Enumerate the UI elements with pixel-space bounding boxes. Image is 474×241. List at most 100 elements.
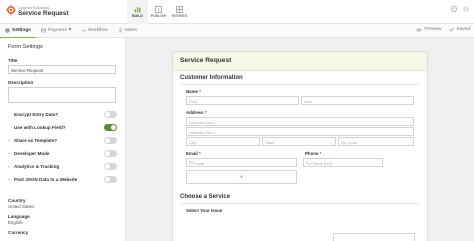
envelope-icon (189, 161, 193, 165)
help-icon[interactable]: ? (451, 6, 457, 12)
description-textarea[interactable] (8, 87, 116, 103)
required-marker: * (199, 89, 201, 94)
address-line2-input[interactable]: Address Line 2 (186, 127, 414, 136)
check-icon (449, 27, 455, 32)
customer-section[interactable]: Customer Information Name * First Last A… (173, 71, 427, 184)
phone-placeholder: Phone (US) (311, 160, 333, 166)
tab-settings-label: Settings (12, 27, 31, 33)
language-setting[interactable]: Language English (8, 214, 117, 225)
service-section[interactable]: Choose a Service Select Your Issue (173, 184, 427, 213)
tab-entries-label: ENTRIES (171, 14, 188, 19)
payment-icon (40, 28, 46, 33)
svg-text:?: ? (453, 7, 455, 11)
form-title[interactable]: Service Request (18, 10, 69, 17)
name-label-text: Name (186, 89, 198, 94)
tab-publish-label: PUBLISH (150, 14, 167, 19)
form-canvas: Service Request Customer Information Nam… (126, 38, 474, 241)
gear-icon (5, 28, 10, 32)
template-toggle[interactable] (104, 137, 117, 144)
phone-label-text: Phone (305, 151, 319, 156)
developer-toggle[interactable] (104, 150, 117, 157)
tab-build-label: BUILD (132, 14, 143, 19)
form-preview: Service Request Customer Information Nam… (172, 51, 428, 241)
address-label-text: Address (186, 110, 204, 115)
preview-button[interactable]: Preview (416, 27, 441, 32)
phone-input[interactable]: Phone (US) (303, 158, 383, 167)
save-status[interactable]: Saved (449, 27, 470, 32)
email-field-group: Email * (180, 151, 297, 158)
panel-heading: Form Settings (8, 44, 43, 50)
preview-label: Preview (424, 27, 442, 32)
tab-build[interactable]: BUILD (127, 0, 148, 24)
option-template[interactable]: › Share as Template? (8, 134, 117, 147)
required-marker: * (198, 151, 201, 156)
currency-setting[interactable]: Currency (8, 230, 117, 235)
description-label: Description (8, 80, 34, 85)
tab-entries[interactable]: ENTRIES (169, 0, 190, 24)
phone-icon (306, 161, 310, 165)
option-label: Post JSON Data to a Website (14, 177, 78, 182)
user-avatar-icon[interactable] (463, 6, 469, 12)
eye-icon (416, 28, 423, 31)
tab-payment[interactable]: Payment (36, 24, 76, 38)
header-actions: ? (451, 6, 469, 12)
option-label: Encrypt Entry Data? (14, 112, 59, 117)
post-json-toggle[interactable] (104, 176, 117, 183)
lookup-toggle[interactable] (104, 124, 117, 131)
first-name-input[interactable]: First (186, 96, 299, 105)
tab-settings[interactable]: Settings (0, 24, 36, 38)
saved-label: Saved (456, 27, 470, 32)
tab-users-label: Users (124, 28, 138, 33)
option-label: Share as Template? (14, 138, 58, 143)
option-encrypt[interactable]: Encrypt Entry Data? (8, 108, 117, 121)
issue-choice-box[interactable] (333, 233, 415, 241)
tab-users[interactable]: Users (113, 24, 143, 38)
publish-icon (155, 5, 162, 13)
currency-label: Currency (8, 230, 29, 235)
tab-workflow-label: Workflow (87, 28, 108, 33)
name-label: Name * (186, 89, 420, 94)
language-value[interactable]: English (8, 220, 117, 225)
option-post-json[interactable]: › Post JSON Data to a Website (8, 173, 117, 186)
sub-toolbar-actions: Preview Saved (416, 27, 470, 32)
phone-label: Phone * (305, 151, 412, 156)
add-field-button[interactable]: + (186, 170, 297, 184)
title-label: Title (8, 58, 18, 63)
option-lookup[interactable]: Use with Lookup Field? (8, 121, 117, 134)
tab-payment-label: Payment (47, 28, 67, 33)
option-analytics[interactable]: › Analytics & Tracking (8, 160, 117, 173)
state-input[interactable]: State (262, 137, 336, 146)
encrypt-toggle[interactable] (104, 111, 117, 118)
language-label: Language (8, 214, 30, 219)
address-label: Address * (186, 110, 420, 115)
section-title: Choose a Service (180, 194, 420, 204)
address-line1-input[interactable]: Address Line 1 (186, 117, 414, 126)
email-label: Email * (186, 151, 297, 156)
title-input[interactable]: Service Request (8, 65, 116, 74)
users-icon (118, 28, 122, 33)
email-label-text: Email (186, 151, 198, 156)
tab-workflow[interactable]: Workflow (76, 24, 113, 38)
country-setting[interactable]: Country United States (8, 198, 117, 209)
email-input[interactable]: Email (186, 158, 297, 167)
issue-label: Select Your Issue (186, 208, 223, 213)
email-placeholder: Email (194, 160, 205, 166)
last-name-input[interactable]: Last (301, 96, 414, 105)
city-input[interactable]: City (186, 137, 260, 146)
required-marker: * (319, 151, 322, 156)
cognito-logo-icon[interactable] (6, 5, 16, 15)
tab-publish[interactable]: PUBLISH (148, 0, 169, 24)
build-icon (134, 6, 141, 13)
payment-alert-dot (68, 28, 71, 30)
workflow-icon (81, 29, 86, 32)
option-label: Use with Lookup Field? (14, 125, 66, 130)
mode-tabs: BUILD PUBLISH ENTRIES (127, 0, 190, 24)
option-label: Developer Mode (14, 151, 50, 156)
option-developer[interactable]: › Developer Mode (8, 147, 117, 160)
zip-input[interactable]: Zip Code (338, 137, 414, 146)
form-header[interactable]: Service Request (173, 52, 427, 71)
country-value[interactable]: United States (8, 204, 117, 209)
option-label: Analytics & Tracking (14, 164, 60, 169)
phone-field-group: Phone * (299, 151, 412, 158)
analytics-toggle[interactable] (104, 163, 117, 170)
